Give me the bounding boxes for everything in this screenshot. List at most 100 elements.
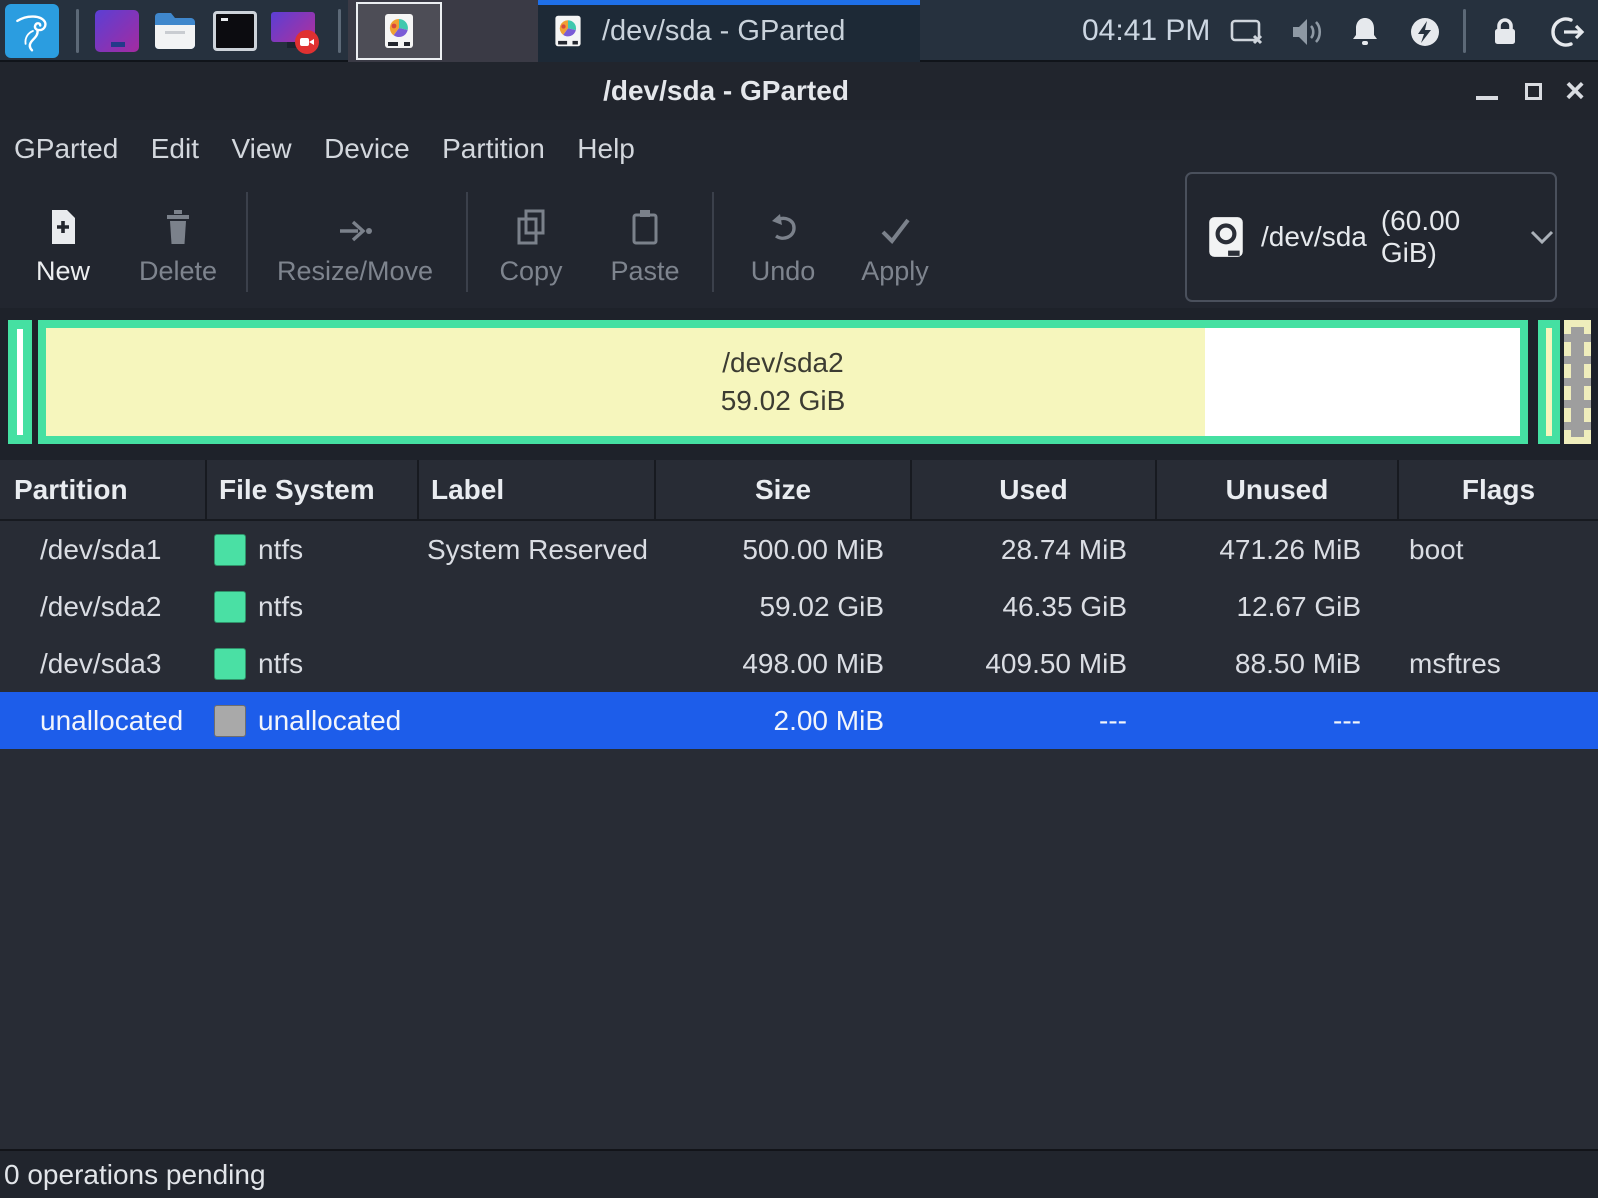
partition-table: Partition File System Label Size Used Un… — [0, 460, 1598, 1149]
toolbar: New Delete Resize/Move — [0, 178, 1598, 308]
paste-clipboard-icon — [585, 194, 705, 246]
minimize-icon — [1476, 96, 1498, 100]
kali-menu-button[interactable] — [5, 4, 59, 58]
close-icon: × — [1565, 74, 1585, 108]
cell-size: 498.00 MiB — [656, 635, 912, 692]
cell-partition: /dev/sda3 — [0, 635, 207, 692]
cell-unused: 88.50 MiB — [1157, 635, 1399, 692]
table-row-unallocated[interactable]: unallocated unallocated 2.00 MiB --- --- — [0, 692, 1598, 749]
operations-pending-text: 0 operations pending — [4, 1159, 266, 1191]
cell-partition: unallocated — [0, 692, 207, 749]
cell-used: 409.50 MiB — [912, 635, 1157, 692]
toolbar-separator — [712, 192, 714, 292]
menu-partition[interactable]: Partition — [428, 120, 559, 178]
menu-help[interactable]: Help — [563, 120, 649, 178]
taskbar-launcher-gparted[interactable] — [356, 2, 442, 60]
cell-partition: /dev/sda2 — [0, 578, 207, 635]
hard-drive-icon — [1207, 215, 1245, 259]
window-title: /dev/sda - GParted — [603, 62, 849, 120]
column-header-label[interactable]: Label — [419, 460, 656, 519]
gparted-icon — [379, 11, 419, 51]
apply-check-icon — [835, 194, 955, 246]
disk-segment-sda3[interactable] — [1538, 320, 1560, 444]
disk-segment-sda2[interactable]: /dev/sda2 59.02 GiB — [38, 320, 1528, 444]
menubar: GParted Edit View Device Partition Help — [0, 120, 1598, 178]
taskbar-separator — [1463, 9, 1466, 53]
column-header-size[interactable]: Size — [656, 460, 912, 519]
cell-file-system: ntfs — [207, 521, 419, 578]
cell-file-system: ntfs — [207, 635, 419, 692]
close-button[interactable]: × — [1558, 62, 1592, 120]
disk-segment-unallocated-selected[interactable] — [1564, 320, 1591, 444]
resize-move-button[interactable]: Resize/Move — [265, 194, 445, 287]
cell-unused: --- — [1157, 692, 1399, 749]
new-partition-button[interactable]: New — [3, 194, 123, 287]
paste-partition-button[interactable]: Paste — [585, 194, 705, 287]
cell-used: 28.74 MiB — [912, 521, 1157, 578]
column-header-partition[interactable]: Partition — [0, 460, 207, 519]
cell-label — [419, 692, 656, 749]
new-document-icon — [3, 194, 123, 246]
column-header-file-system[interactable]: File System — [207, 460, 419, 519]
cell-label: System Reserved — [419, 521, 656, 578]
table-row-sda2[interactable]: /dev/sda2 ntfs 59.02 GiB 46.35 GiB 12.67… — [0, 578, 1598, 635]
statusbar: 0 operations pending — [0, 1151, 1598, 1198]
resize-arrow-icon — [265, 194, 445, 246]
screen-notification-off-icon[interactable] — [1229, 14, 1265, 50]
power-manager-icon[interactable] — [1407, 14, 1443, 50]
minimize-button[interactable] — [1470, 62, 1504, 120]
copy-partition-button[interactable]: Copy — [471, 194, 591, 287]
table-row-sda1[interactable]: /dev/sda1 ntfs System Reserved 500.00 Mi… — [0, 521, 1598, 578]
taskbar-separator — [76, 9, 79, 53]
taskbar-launcher-file-manager[interactable] — [151, 8, 199, 54]
sda2-segment-label: /dev/sda2 59.02 GiB — [46, 328, 1520, 436]
purple-window-icon — [95, 10, 139, 52]
gparted-icon — [550, 13, 586, 49]
cell-unused: 12.67 GiB — [1157, 578, 1399, 635]
terminal-icon — [213, 11, 257, 51]
copy-icon — [471, 194, 591, 246]
maximize-button[interactable] — [1516, 62, 1550, 120]
taskbar-launcher-screen-recorder[interactable] — [268, 8, 320, 54]
column-header-used[interactable]: Used — [912, 460, 1157, 519]
menu-gparted[interactable]: GParted — [0, 120, 132, 178]
undo-arrow-icon — [723, 194, 843, 246]
ntfs-color-swatch — [214, 648, 246, 680]
apply-button[interactable]: Apply — [835, 194, 955, 287]
screen-record-icon — [269, 8, 319, 54]
volume-icon[interactable] — [1289, 14, 1325, 50]
cell-flags: boot — [1399, 521, 1598, 578]
taskbar-launcher-files-app[interactable] — [93, 8, 141, 54]
disk-segment-sda1[interactable] — [8, 320, 32, 444]
lock-icon[interactable] — [1487, 14, 1523, 50]
menu-device[interactable]: Device — [310, 120, 424, 178]
column-header-flags[interactable]: Flags — [1399, 460, 1598, 519]
undo-button[interactable]: Undo — [723, 194, 843, 287]
trash-icon — [118, 194, 238, 246]
cell-unused: 471.26 MiB — [1157, 521, 1399, 578]
cell-flags — [1399, 692, 1598, 749]
column-header-unused[interactable]: Unused — [1157, 460, 1399, 519]
table-row-sda3[interactable]: /dev/sda3 ntfs 498.00 MiB 409.50 MiB 88.… — [0, 635, 1598, 692]
menu-edit[interactable]: Edit — [137, 120, 213, 178]
device-selector-device: /dev/sda — [1261, 221, 1367, 253]
device-selector-dropdown[interactable]: /dev/sda (60.00 GiB) — [1185, 172, 1557, 302]
cell-partition: /dev/sda1 — [0, 521, 207, 578]
cell-size: 2.00 MiB — [656, 692, 912, 749]
ntfs-color-swatch — [214, 591, 246, 623]
unallocated-color-swatch — [214, 705, 246, 737]
cell-label — [419, 635, 656, 692]
toolbar-separator — [246, 192, 248, 292]
taskbar-window-button-gparted[interactable]: /dev/sda - GParted — [538, 0, 920, 62]
delete-partition-button[interactable]: Delete — [118, 194, 238, 287]
taskbar-launcher-terminal[interactable] — [211, 8, 259, 54]
menu-view[interactable]: View — [217, 120, 305, 178]
logout-icon[interactable] — [1549, 14, 1585, 50]
chevron-down-icon — [1529, 229, 1555, 245]
taskbar: /dev/sda - GParted 04:41 PM — [0, 0, 1598, 62]
notifications-bell-icon[interactable] — [1347, 14, 1383, 50]
cell-used: --- — [912, 692, 1157, 749]
taskbar-clock[interactable]: 04:41 PM — [1082, 0, 1210, 62]
window-titlebar: /dev/sda - GParted × — [0, 62, 1598, 120]
kali-dragon-icon — [10, 9, 54, 53]
